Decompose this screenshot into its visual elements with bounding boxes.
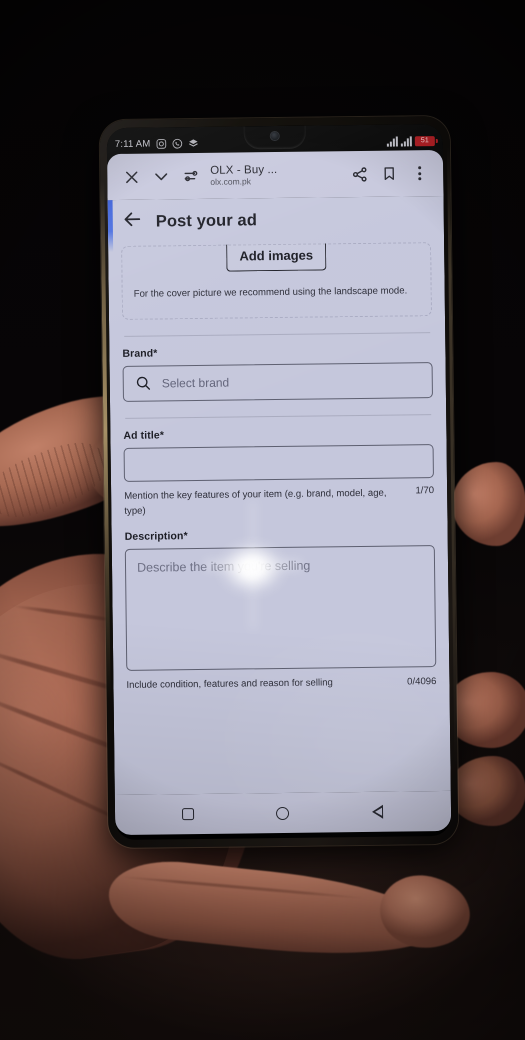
close-button[interactable] [116, 162, 146, 192]
site-settings-icon [184, 170, 198, 182]
brand-input[interactable]: Select brand [122, 361, 433, 402]
required-asterisk: * [159, 428, 165, 441]
page-identity[interactable]: OLX - Buy ... olx.com.pk [206, 163, 344, 187]
cover-picture-note: For the cover picture we recommend using… [133, 285, 408, 300]
ad-title-helper-row: Mention the key features of your item (e… [124, 485, 434, 520]
android-nav-bar [114, 790, 452, 836]
description-label-text: Description [124, 529, 184, 543]
home-button[interactable] [266, 796, 300, 830]
browser-page-title: OLX - Buy ... [210, 163, 278, 177]
back-button[interactable] [122, 209, 143, 235]
home-icon [276, 806, 290, 820]
ad-title-field-group: Ad title* Mention the key features of yo… [123, 415, 434, 520]
browser-toolbar: OLX - Buy ... olx.com.pk [106, 149, 444, 201]
brand-label: Brand* [122, 344, 432, 360]
signal-bars-sim2 [400, 135, 412, 146]
form-scroll-area[interactable]: Add images For the cover picture we reco… [108, 242, 449, 693]
more-options-button[interactable] [404, 158, 434, 188]
instagram-icon [156, 138, 166, 149]
description-textarea[interactable]: Describe the item you're selling [124, 544, 437, 671]
battery-indicator: 51 [414, 135, 435, 146]
ad-title-label: Ad title* [123, 426, 433, 442]
share-icon [352, 166, 367, 182]
description-helper: Include condition, features and reason f… [126, 676, 333, 691]
required-asterisk: * [153, 347, 158, 360]
brand-field-group: Brand* Select brand [122, 333, 433, 402]
description-placeholder: Describe the item you're selling [136, 558, 311, 575]
ad-title-helper: Mention the key features of your item (e… [124, 487, 387, 517]
description-field-group: Description* Describe the item you're se… [124, 516, 437, 693]
bookmark-button[interactable] [374, 158, 404, 188]
status-bar-right: 51 [386, 135, 435, 147]
share-button[interactable] [344, 159, 374, 189]
description-counter: 0/4096 [407, 675, 437, 688]
status-bar-left: 7:11 AM [115, 137, 199, 149]
required-asterisk: * [183, 529, 188, 542]
brand-input-placeholder: Select brand [161, 375, 230, 390]
back-icon [372, 805, 383, 819]
back-arrow-icon [124, 212, 141, 227]
status-bar-clock: 7:11 AM [114, 138, 151, 150]
whatsapp-icon [172, 138, 182, 149]
signal-bars-sim1 [386, 135, 398, 147]
image-upload-card: Add images For the cover picture we reco… [121, 242, 432, 320]
page-header: Post your ad [108, 196, 445, 246]
battery-percent: 51 [420, 137, 429, 145]
description-label: Description* [125, 527, 435, 543]
edge-scroll-indicator [107, 200, 114, 253]
search-icon [136, 376, 151, 390]
ad-title-label-text: Ad title [123, 428, 160, 442]
brand-label-text: Brand [122, 347, 154, 360]
site-settings-button[interactable] [176, 161, 206, 191]
more-options-icon [417, 166, 421, 181]
page-title: Post your ad [155, 210, 258, 230]
ad-title-counter: 1/70 [415, 484, 435, 496]
recent-apps-button[interactable] [171, 797, 205, 831]
close-icon [125, 171, 138, 183]
chevron-down-icon [155, 173, 168, 181]
photo-scene: 7:11 AM 51 OLX - Buy ... olx.com.pk Post… [0, 0, 525, 1040]
layers-icon [188, 138, 198, 147]
description-helper-row: Include condition, features and reason f… [126, 674, 436, 693]
smartphone: 7:11 AM 51 OLX - Buy ... olx.com.pk Post… [99, 115, 459, 849]
phone-screen: 7:11 AM 51 OLX - Buy ... olx.com.pk Post… [106, 123, 452, 841]
collapse-button[interactable] [146, 161, 176, 191]
add-images-button[interactable]: Add images [226, 243, 327, 272]
web-page-content: Post your ad Add images For the cover pi… [107, 195, 451, 796]
bookmark-icon [384, 167, 394, 181]
back-nav-button[interactable] [360, 795, 394, 829]
browser-page-url: olx.com.pk [210, 176, 252, 187]
waterdrop-notch [243, 124, 306, 150]
ad-title-input[interactable] [123, 443, 434, 482]
recent-apps-icon [182, 808, 195, 821]
